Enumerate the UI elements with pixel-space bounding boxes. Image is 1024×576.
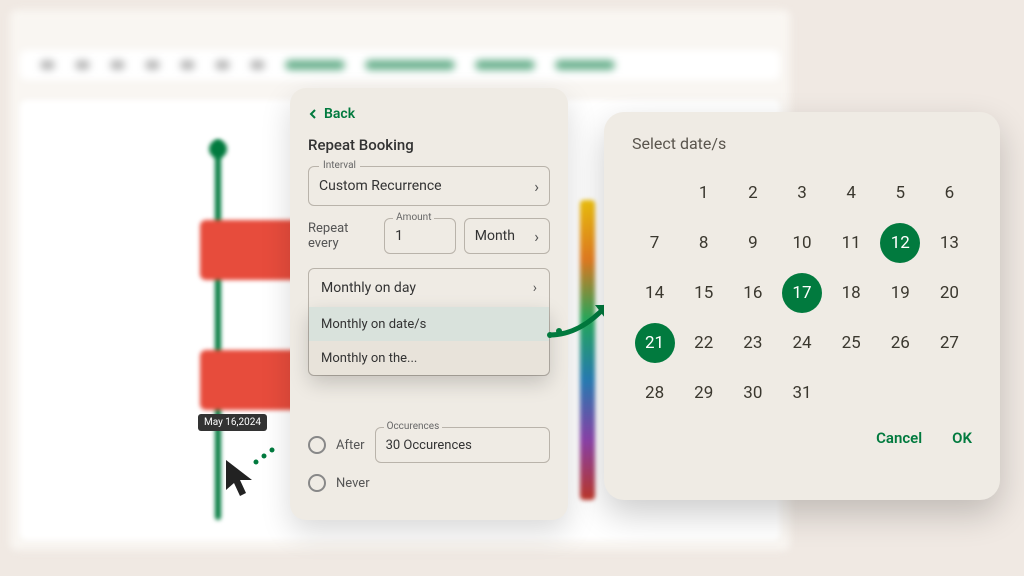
monthly-mode-value: Monthly on day <box>321 280 533 296</box>
chevron-left-icon <box>308 109 318 119</box>
background-toolbar <box>20 50 780 80</box>
calendar-day[interactable]: 27 <box>927 321 972 365</box>
calendar-day[interactable]: 3 <box>779 171 824 215</box>
calendar-day[interactable]: 29 <box>681 371 726 415</box>
calendar-day[interactable]: 7 <box>632 221 677 265</box>
background-timeline-dot <box>209 140 227 158</box>
date-picker-popover: Select date/s 12345678910111213141516171… <box>604 112 1000 500</box>
calendar-day[interactable]: 19 <box>878 271 923 315</box>
occurrences-value: 30 Occurences <box>386 438 539 453</box>
back-button[interactable]: Back <box>308 106 550 122</box>
calendar-day[interactable]: 28 <box>632 371 677 415</box>
monthly-mode-options: Monthly on date/s Monthly on the... <box>309 307 549 375</box>
interval-label: Interval <box>319 160 360 171</box>
dropdown-option-the[interactable]: Monthly on the... <box>309 341 549 375</box>
calendar-day[interactable]: 13 <box>927 221 972 265</box>
radio-never[interactable] <box>308 474 326 492</box>
calendar-grid: 1234567891011121314151617181920212223242… <box>632 171 972 415</box>
interval-select[interactable]: Interval Custom Recurrence › <box>308 166 550 206</box>
panel-title: Repeat Booking <box>308 136 550 154</box>
calendar-day[interactable]: 8 <box>681 221 726 265</box>
calendar-day[interactable]: 1 <box>681 171 726 215</box>
calendar-day[interactable]: 30 <box>730 371 775 415</box>
calendar-day[interactable]: 9 <box>730 221 775 265</box>
calendar-day[interactable]: 18 <box>829 271 874 315</box>
calendar-day[interactable]: 12 <box>880 223 920 263</box>
date-tooltip: May 16,2024 <box>198 414 267 431</box>
after-label: After <box>336 438 365 453</box>
calendar-day[interactable]: 4 <box>829 171 874 215</box>
calendar-day[interactable]: 11 <box>829 221 874 265</box>
never-label: Never <box>336 476 370 491</box>
calendar-day[interactable]: 25 <box>829 321 874 365</box>
occurrences-input[interactable]: Occurences 30 Occurences <box>375 427 550 463</box>
calendar-day[interactable]: 22 <box>681 321 726 365</box>
amount-value: 1 <box>395 228 445 244</box>
calendar-day[interactable]: 16 <box>730 271 775 315</box>
calendar-day[interactable]: 2 <box>730 171 775 215</box>
calendar-day[interactable]: 20 <box>927 271 972 315</box>
unit-select[interactable]: Month › <box>464 218 550 254</box>
calendar-day[interactable]: 10 <box>779 221 824 265</box>
calendar-day[interactable]: 21 <box>635 323 675 363</box>
calendar-day[interactable]: 31 <box>779 371 824 415</box>
calendar-day[interactable]: 17 <box>782 273 822 313</box>
calendar-day[interactable]: 26 <box>878 321 923 365</box>
calendar-title: Select date/s <box>632 134 972 153</box>
calendar-day[interactable]: 14 <box>632 271 677 315</box>
interval-value: Custom Recurrence <box>319 178 534 194</box>
radio-after[interactable] <box>308 436 326 454</box>
repeat-every-label: Repeat every <box>308 221 376 251</box>
occurrences-label: Occurences <box>384 421 443 432</box>
chevron-right-icon: › <box>534 177 539 196</box>
calendar-empty-cell <box>632 171 677 215</box>
ok-button[interactable]: OK <box>952 429 972 447</box>
background-timeline-line <box>215 140 221 520</box>
repeat-booking-panel: Back Repeat Booking Interval Custom Recu… <box>290 88 568 520</box>
calendar-day[interactable]: 24 <box>779 321 824 365</box>
unit-value: Month <box>475 228 534 244</box>
chevron-right-icon: › <box>534 227 539 246</box>
dropdown-option-dates[interactable]: Monthly on date/s <box>309 307 549 341</box>
calendar-day[interactable]: 15 <box>681 271 726 315</box>
background-color-bar <box>580 200 595 500</box>
amount-input[interactable]: Amount 1 <box>384 218 456 254</box>
cancel-button[interactable]: Cancel <box>876 429 922 447</box>
chevron-right-icon: › <box>533 280 537 296</box>
calendar-day[interactable]: 5 <box>878 171 923 215</box>
monthly-mode-dropdown[interactable]: Monthly on day › Monthly on date/s Month… <box>308 268 550 376</box>
calendar-day[interactable]: 23 <box>730 321 775 365</box>
amount-label: Amount <box>393 212 434 223</box>
calendar-day[interactable]: 6 <box>927 171 972 215</box>
back-label: Back <box>324 106 355 122</box>
